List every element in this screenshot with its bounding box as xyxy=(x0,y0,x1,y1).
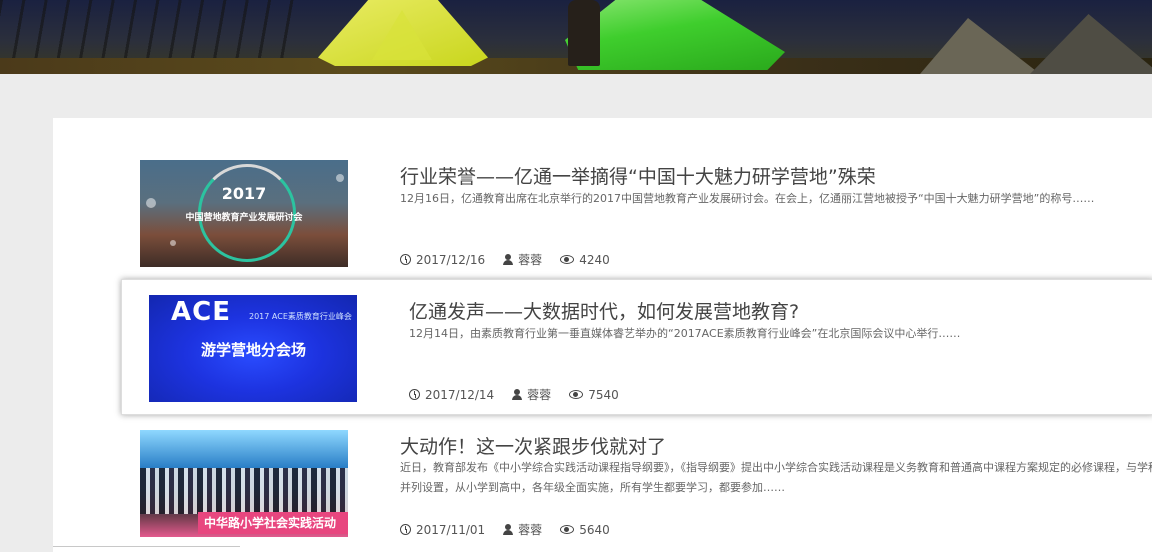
user-icon xyxy=(503,254,514,265)
thumb-caption: 中国营地教育产业发展研讨会 xyxy=(185,213,303,223)
news-item[interactable]: 2017 中国营地教育产业发展研讨会 行业荣誉——亿通一举摘得“中国十大魅力研学… xyxy=(53,118,1152,267)
thumb-banner-text: 中华路小学社会实践活动 xyxy=(204,516,337,530)
news-summary-line: 并列设置，从小学到高中，各年级全面实施，所有学生都要学习，都要参加…… xyxy=(400,481,785,494)
banner-dark-tent xyxy=(1030,14,1152,74)
eye-icon xyxy=(560,255,575,264)
news-date: 2017/11/01 xyxy=(416,522,486,537)
meta-author: 蓉蓉 xyxy=(503,251,542,268)
thumb-crowd xyxy=(140,468,348,514)
news-thumbnail[interactable]: ACE 2017 ACE素质教育行业峰会 游学营地分会场 xyxy=(149,295,357,402)
clock-icon xyxy=(400,524,411,535)
thumb-logo-subtitle: 2017 ACE素质教育行业峰会 xyxy=(249,312,352,321)
news-title[interactable]: 行业荣誉——亿通一举摘得“中国十大魅力研学营地”殊荣 xyxy=(400,162,876,189)
user-icon xyxy=(512,389,523,400)
news-summary-line: 近日，教育部发布《中小学综合实践活动课程指导纲要》，《指导纲要》提出中小学综合实… xyxy=(400,461,1152,474)
news-summary: 12月14日，由素质教育行业第一垂直媒体睿艺举办的“2017ACE素质教育行业峰… xyxy=(409,324,960,344)
thumb-caption: 游学营地分会场 xyxy=(201,341,307,359)
news-views: 4240 xyxy=(579,252,610,267)
news-date: 2017/12/16 xyxy=(416,252,486,267)
meta-views: 4240 xyxy=(560,253,610,267)
meta-author: 蓉蓉 xyxy=(503,521,542,538)
news-summary: 12月16日，亿通教育出席在北京举行的2017中国营地教育产业发展研讨会。在会上… xyxy=(400,189,1094,209)
meta-date: 2017/11/01 xyxy=(400,523,485,537)
banner-dark-tent xyxy=(920,18,1040,74)
meta-date: 2017/12/14 xyxy=(409,388,494,402)
news-meta: 2017/11/01 蓉蓉 5640 xyxy=(400,521,610,538)
eye-icon xyxy=(569,390,584,399)
thumb-dot xyxy=(336,174,344,182)
news-summary-line: 12月16日，亿通教育出席在北京举行的2017中国营地教育产业发展研讨会。在会上… xyxy=(400,192,1095,205)
news-author: 蓉蓉 xyxy=(527,388,552,402)
news-author: 蓉蓉 xyxy=(518,253,543,267)
banner-trees xyxy=(0,0,300,60)
thumb-dot xyxy=(170,240,176,246)
news-thumbnail[interactable]: 2017 中国营地教育产业发展研讨会 xyxy=(140,160,348,267)
news-author: 蓉蓉 xyxy=(518,523,543,537)
thumb-logo: ACE xyxy=(171,297,231,327)
news-summary: 近日，教育部发布《中小学综合实践活动课程指导纲要》，《指导纲要》提出中小学综合实… xyxy=(400,458,1152,498)
news-date: 2017/12/14 xyxy=(425,387,495,402)
news-item[interactable]: 中华路小学社会实践活动 大动作！这一次紧跟步伐就对了 近日，教育部发布《中小学综… xyxy=(53,414,1152,544)
user-icon xyxy=(503,524,514,535)
thumb-year: 2017 xyxy=(221,184,267,203)
divider xyxy=(53,546,240,547)
news-summary-line: 12月14日，由素质教育行业第一垂直媒体睿艺举办的“2017ACE素质教育行业峰… xyxy=(409,327,961,340)
meta-author: 蓉蓉 xyxy=(512,386,551,403)
hero-banner-image xyxy=(0,0,1152,74)
meta-date: 2017/12/16 xyxy=(400,253,485,267)
banner-person xyxy=(568,0,600,66)
clock-icon xyxy=(409,389,420,400)
news-item[interactable]: ACE 2017 ACE素质教育行业峰会 游学营地分会场 亿通发声——大数据时代… xyxy=(53,279,1152,409)
news-meta: 2017/12/16 蓉蓉 4240 xyxy=(400,251,610,268)
meta-views: 5640 xyxy=(560,523,610,537)
news-title[interactable]: 亿通发声——大数据时代，如何发展营地教育? xyxy=(409,297,799,324)
meta-views: 7540 xyxy=(569,388,619,402)
news-meta: 2017/12/14 蓉蓉 7540 xyxy=(409,386,619,403)
news-views: 7540 xyxy=(588,387,619,402)
clock-icon xyxy=(400,254,411,265)
news-list-panel: 2017 中国营地教育产业发展研讨会 行业荣誉——亿通一举摘得“中国十大魅力研学… xyxy=(53,118,1152,552)
news-thumbnail[interactable]: 中华路小学社会实践活动 xyxy=(140,430,348,537)
news-title[interactable]: 大动作！这一次紧跟步伐就对了 xyxy=(400,432,666,459)
eye-icon xyxy=(560,525,575,534)
news-views: 5640 xyxy=(579,522,610,537)
